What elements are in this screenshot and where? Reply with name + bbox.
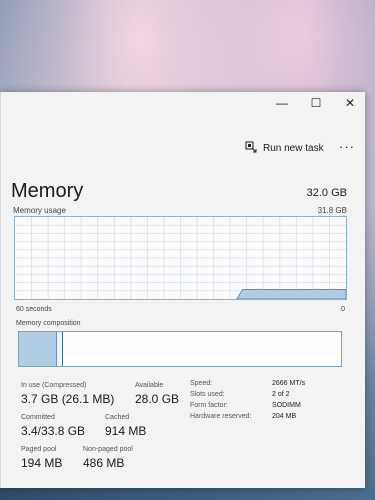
close-button[interactable]: ✕ <box>337 95 363 111</box>
stat-value: 194 MB <box>21 456 63 470</box>
more-icon: ··· <box>339 139 355 154</box>
stat-label: Paged pool <box>21 446 57 453</box>
task-manager-window: — ☐ ✕ Run new task ··· Memory 32.0 GB Me… <box>0 92 365 488</box>
stat-label: Cached <box>105 414 130 421</box>
memory-usage-chart <box>15 217 346 299</box>
stat-label: In use (Compressed) <box>21 382 87 389</box>
graph-grid <box>15 217 346 299</box>
stat-in-use: In use (Compressed) 3.7 GB (26.1 MB) <box>21 382 114 406</box>
stat-label: Committed <box>21 414 55 421</box>
memory-usage-graph <box>14 216 347 300</box>
page-title: Memory <box>11 180 84 202</box>
minimize-button[interactable]: — <box>269 95 295 111</box>
spec-key: Slots used: <box>190 391 225 398</box>
spec-hardware-reserved: Hardware reserved: 204 MB <box>190 413 350 424</box>
run-new-task-button[interactable]: Run new task <box>245 140 324 156</box>
spec-slots: Slots used: 2 of 2 <box>190 391 350 402</box>
memory-composition-label: Memory composition <box>16 320 81 327</box>
spec-key: Speed: <box>190 380 213 387</box>
stat-label: Non-paged pool <box>83 446 133 453</box>
stat-non-paged-pool: Non-paged pool 486 MB <box>83 446 133 470</box>
taskbar-edge <box>0 488 375 500</box>
composition-in-use <box>19 332 56 366</box>
time-axis-end: 0 <box>341 306 345 313</box>
spec-value: 2666 MT/s <box>272 380 306 387</box>
memory-composition-bar <box>18 331 342 367</box>
stat-value: 3.4/33.8 GB <box>21 424 86 438</box>
command-bar: Run new task ··· <box>1 136 365 158</box>
stat-value: 3.7 GB (26.1 MB) <box>21 392 115 406</box>
stat-available: Available 28.0 GB <box>135 382 179 406</box>
total-memory: 32.0 GB <box>306 187 347 199</box>
spec-value: 204 MB <box>272 413 297 420</box>
spec-speed: Speed: 2666 MT/s <box>190 380 350 391</box>
stat-value: 914 MB <box>105 424 147 438</box>
stat-value: 28.0 GB <box>135 392 180 406</box>
stat-cached: Cached 914 MB <box>105 414 146 438</box>
spec-form-factor: Form factor: SODIMM <box>190 402 350 413</box>
spec-value: 2 of 2 <box>272 391 290 398</box>
maximize-button[interactable]: ☐ <box>303 95 329 111</box>
run-new-task-label: Run new task <box>263 142 324 154</box>
spec-value: SODIMM <box>272 402 301 409</box>
stat-value: 486 MB <box>83 456 125 470</box>
spec-key: Hardware reserved: <box>190 413 252 420</box>
minimize-icon: — <box>276 96 288 110</box>
stat-label: Available <box>135 382 164 389</box>
stat-paged-pool: Paged pool 194 MB <box>21 446 62 470</box>
title-bar: — ☐ ✕ <box>1 92 365 114</box>
time-axis-start: 60 seconds <box>16 306 52 313</box>
run-task-icon <box>245 141 257 156</box>
memory-specs: Speed: 2666 MT/s Slots used: 2 of 2 Form… <box>190 380 350 424</box>
memory-usage-max: 31.8 GB <box>317 206 347 215</box>
maximize-icon: ☐ <box>310 96 322 110</box>
more-options-button[interactable]: ··· <box>339 139 355 154</box>
stat-committed: Committed 3.4/33.8 GB <box>21 414 85 438</box>
close-icon: ✕ <box>344 96 356 110</box>
usage-area <box>236 288 346 299</box>
memory-usage-label: Memory usage <box>13 206 66 215</box>
composition-standby-divider <box>62 332 63 366</box>
spec-key: Form factor: <box>190 402 228 409</box>
